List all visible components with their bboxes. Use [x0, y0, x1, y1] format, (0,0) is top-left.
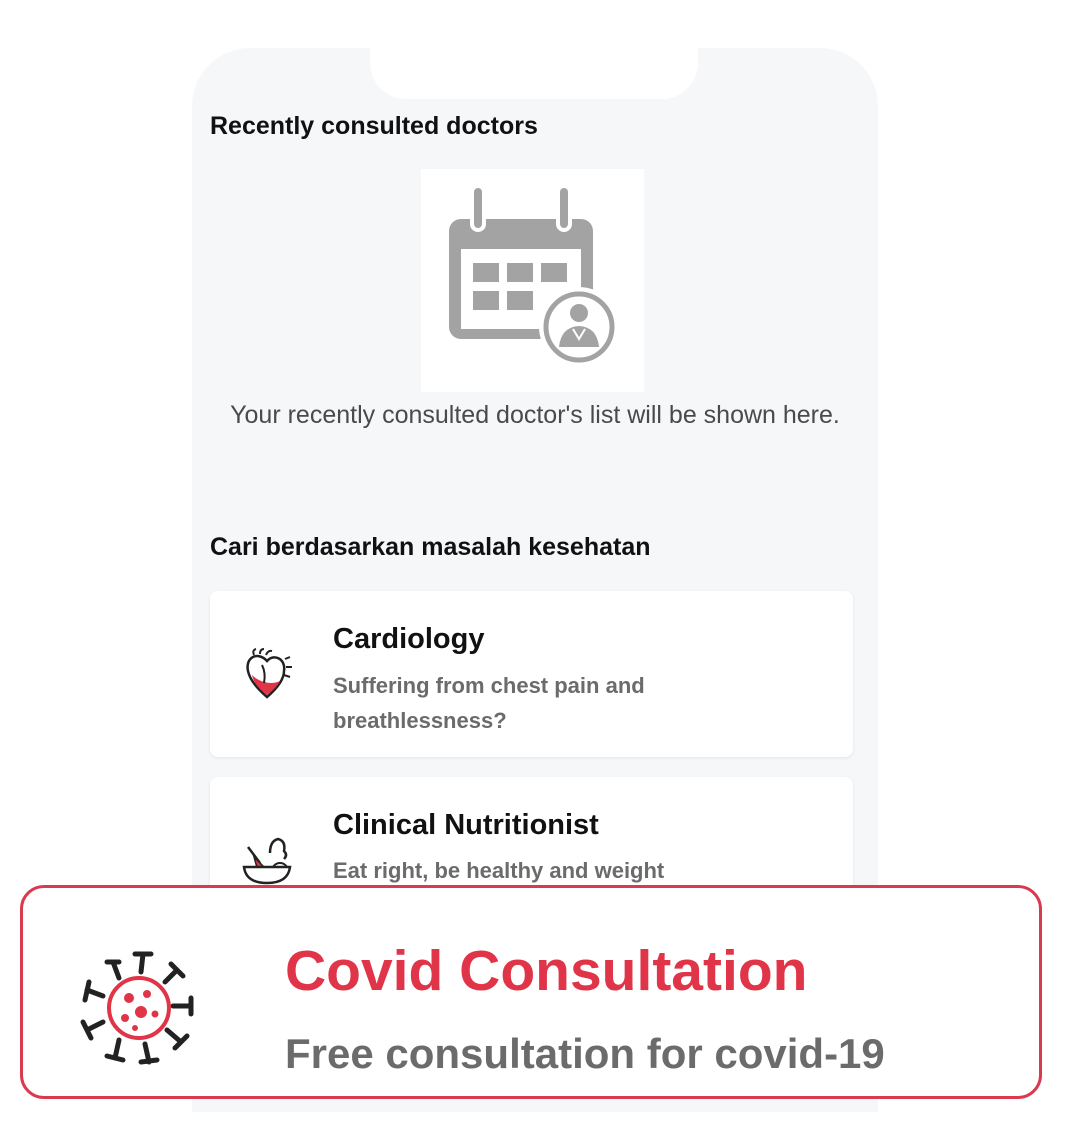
heart-icon: [246, 648, 292, 699]
banner-subtitle: Free consultation for covid-19: [285, 1030, 885, 1077]
recent-doctors-title: Recently consulted doctors: [210, 112, 538, 140]
covid-consultation-banner[interactable]: Covid Consultation Free consultation for…: [20, 885, 1042, 1099]
virus-icon: [80, 951, 194, 1065]
empty-state-message: Your recently consulted doctor's list wi…: [230, 401, 840, 429]
specialty-title: Clinical Nutritionist: [333, 809, 599, 841]
search-by-problem-title: Cari berdasarkan masalah kesehatan: [210, 533, 651, 561]
specialty-card-cardiology[interactable]: Cardiology Suffering from chest pain and…: [210, 591, 853, 757]
specialty-subtitle: Eat right, be healthy and weight: [333, 858, 665, 883]
banner-title: Covid Consultation: [285, 939, 808, 1003]
salad-bowl-icon: [242, 837, 292, 885]
phone-notch: [370, 48, 698, 99]
calendar-doctor-icon: [421, 169, 644, 392]
specialty-title: Cardiology: [333, 623, 485, 655]
specialty-subtitle: Suffering from chest pain and breathless…: [333, 673, 645, 733]
